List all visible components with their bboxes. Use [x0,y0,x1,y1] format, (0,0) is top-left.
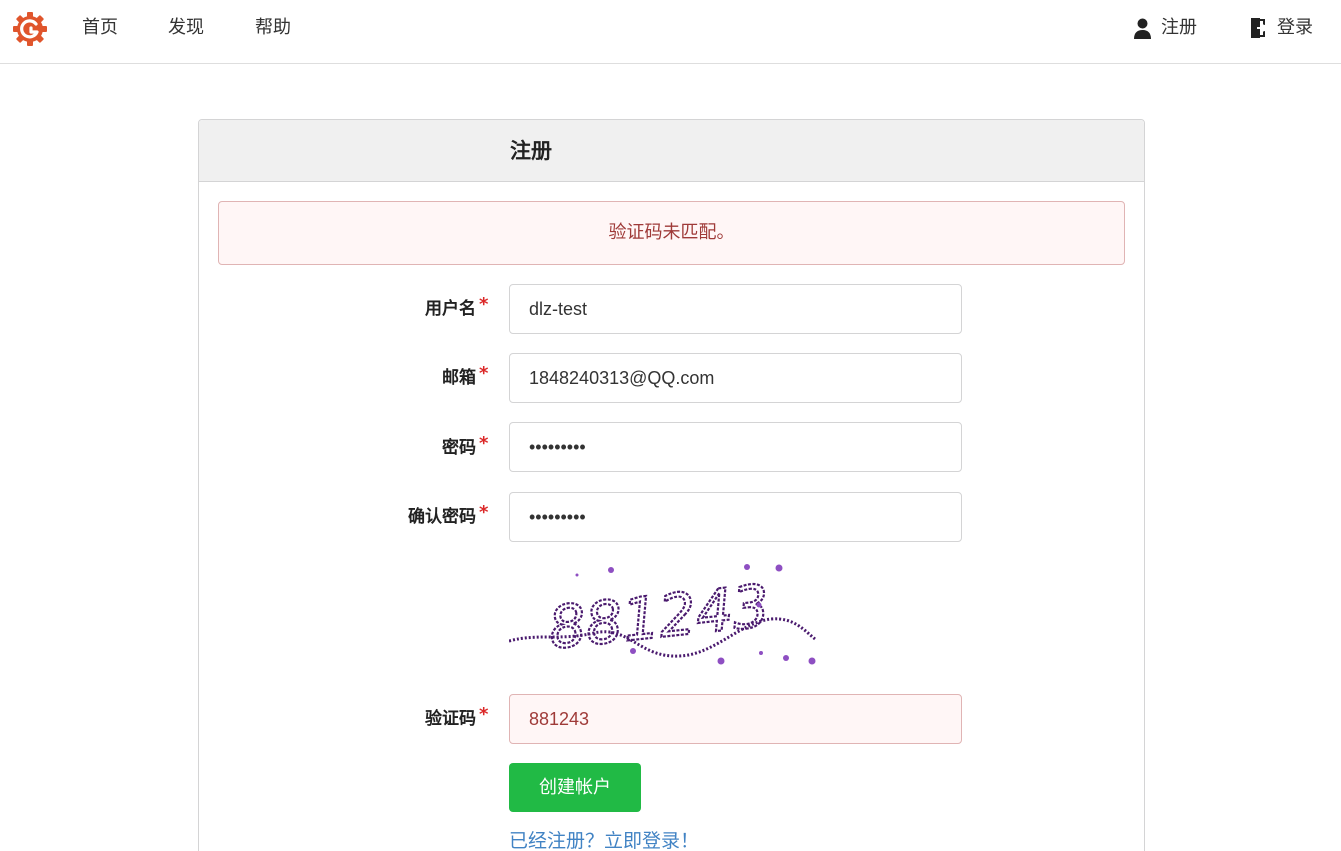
nav-register-link[interactable]: 注册 [1133,15,1197,41]
captcha-image[interactable]: 881243 [508,563,821,671]
sign-in-door-icon [1249,17,1268,39]
already-registered-login-link[interactable]: 已经注册？立即登录！ [509,830,699,851]
nav-home-link[interactable]: 首页 [82,17,118,39]
email-input[interactable] [509,353,962,403]
required-mark: * [479,294,489,315]
nav-help-link[interactable]: 帮助 [255,17,291,39]
captcha-input[interactable] [509,694,962,744]
top-navbar: 首页 发现 帮助 注册 登录 [0,0,1341,64]
required-mark: * [479,433,489,454]
required-mark: * [479,502,489,523]
captcha-label: 验证码 [425,709,476,729]
password-label: 密码 [442,438,476,458]
gitea-logo-icon[interactable] [12,11,48,47]
required-mark: * [479,704,489,725]
error-alert: 验证码未匹配。 [218,201,1125,265]
nav-login-label: 登录 [1277,17,1313,38]
nav-register-label: 注册 [1161,17,1197,38]
page-title: 注册 [510,139,552,163]
nav-explore-link[interactable]: 发现 [168,17,204,39]
required-mark: * [479,363,489,384]
password-input[interactable] [509,422,962,472]
register-card: 注册 验证码未匹配。 用户名 * 邮箱 * 密码 * 确认密码 * 881243 [198,119,1145,851]
nav-login-link[interactable]: 登录 [1249,15,1313,41]
email-label: 邮箱 [442,368,476,388]
username-input[interactable] [509,284,962,334]
card-header: 注册 [199,120,1144,182]
retype-password-label: 确认密码 [408,507,476,527]
create-account-button[interactable]: 创建帐户 [509,763,641,812]
captcha-text: 881243 [545,572,772,663]
user-icon [1133,18,1152,39]
username-label: 用户名 [425,299,476,319]
retype-password-input[interactable] [509,492,962,542]
